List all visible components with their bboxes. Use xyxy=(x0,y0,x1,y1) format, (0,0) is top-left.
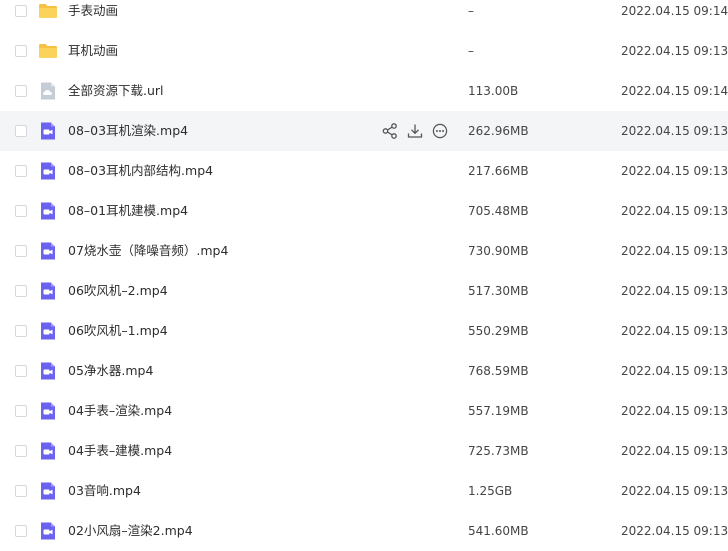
file-name[interactable]: 08–01耳机建模.mp4 xyxy=(68,191,188,231)
file-modified-date: 2022.04.15 09:13 xyxy=(621,364,728,378)
row-checkbox[interactable] xyxy=(15,285,27,297)
file-modified-date: 2022.04.15 09:13 xyxy=(621,324,728,338)
file-name[interactable]: 全部资源下载.url xyxy=(68,71,164,111)
file-row[interactable]: 04手表–建模.mp4 725.73MB 2022.04.15 09:13 xyxy=(0,431,728,471)
row-checkbox[interactable] xyxy=(15,245,27,257)
file-size: 517.30MB xyxy=(468,284,529,298)
file-size: 730.90MB xyxy=(468,244,529,258)
row-checkbox[interactable] xyxy=(15,45,27,57)
row-checkbox[interactable] xyxy=(15,445,27,457)
video-file-icon xyxy=(38,161,58,181)
file-modified-date: 2022.04.15 09:13 xyxy=(621,444,728,458)
file-size: 768.59MB xyxy=(468,364,529,378)
file-modified-date: 2022.04.15 09:13 xyxy=(621,244,728,258)
row-checkbox[interactable] xyxy=(15,365,27,377)
row-checkbox[interactable] xyxy=(15,325,27,337)
file-row[interactable]: 02小风扇–渲染2.mp4 541.60MB 2022.04.15 09:13 xyxy=(0,511,728,551)
file-name[interactable]: 08–03耳机渲染.mp4 xyxy=(68,111,188,151)
file-modified-date: 2022.04.15 09:14 xyxy=(621,84,728,98)
file-modified-date: 2022.04.15 09:13 xyxy=(621,164,728,178)
file-row[interactable]: 耳机动画 – 2022.04.15 09:13 xyxy=(0,31,728,71)
file-size: – xyxy=(468,4,474,18)
more-icon[interactable] xyxy=(431,122,449,140)
file-name[interactable]: 耳机动画 xyxy=(68,31,118,71)
file-modified-date: 2022.04.15 09:14 xyxy=(621,4,728,18)
file-row[interactable]: 03音响.mp4 1.25GB 2022.04.15 09:13 xyxy=(0,471,728,511)
file-name[interactable]: 03音响.mp4 xyxy=(68,471,141,511)
file-modified-date: 2022.04.15 09:13 xyxy=(621,484,728,498)
file-size: – xyxy=(468,44,474,58)
file-size: 550.29MB xyxy=(468,324,529,338)
file-size: 557.19MB xyxy=(468,404,529,418)
file-row[interactable]: 08–01耳机建模.mp4 705.48MB 2022.04.15 09:13 xyxy=(0,191,728,231)
file-row[interactable]: 06吹风机–2.mp4 517.30MB 2022.04.15 09:13 xyxy=(0,271,728,311)
folder-icon xyxy=(38,1,58,21)
file-name[interactable]: 手表动画 xyxy=(68,0,118,31)
link-file-icon xyxy=(38,81,58,101)
row-checkbox[interactable] xyxy=(15,5,27,17)
file-modified-date: 2022.04.15 09:13 xyxy=(621,524,728,538)
video-file-icon xyxy=(38,521,58,541)
file-modified-date: 2022.04.15 09:13 xyxy=(621,204,728,218)
video-file-icon xyxy=(38,481,58,501)
file-size: 725.73MB xyxy=(468,444,529,458)
video-file-icon xyxy=(38,241,58,261)
video-file-icon xyxy=(38,121,58,141)
file-size: 262.96MB xyxy=(468,124,529,138)
file-name[interactable]: 02小风扇–渲染2.mp4 xyxy=(68,511,193,551)
video-file-icon xyxy=(38,321,58,341)
file-row[interactable]: 07烧水壶（降噪音频）.mp4 730.90MB 2022.04.15 09:13 xyxy=(0,231,728,271)
file-size: 705.48MB xyxy=(468,204,529,218)
file-name[interactable]: 06吹风机–1.mp4 xyxy=(68,311,168,351)
video-file-icon xyxy=(38,201,58,221)
file-size: 217.66MB xyxy=(468,164,529,178)
file-modified-date: 2022.04.15 09:13 xyxy=(621,124,728,138)
file-modified-date: 2022.04.15 09:13 xyxy=(621,44,728,58)
file-name[interactable]: 04手表–渲染.mp4 xyxy=(68,391,172,431)
file-size: 113.00B xyxy=(468,84,519,98)
video-file-icon xyxy=(38,281,58,301)
row-checkbox[interactable] xyxy=(15,205,27,217)
file-row[interactable]: 05净水器.mp4 768.59MB 2022.04.15 09:13 xyxy=(0,351,728,391)
row-checkbox[interactable] xyxy=(15,165,27,177)
file-name[interactable]: 07烧水壶（降噪音频）.mp4 xyxy=(68,231,228,271)
file-name[interactable]: 05净水器.mp4 xyxy=(68,351,153,391)
file-row[interactable]: 08–03耳机内部结构.mp4 217.66MB 2022.04.15 09:13 xyxy=(0,151,728,191)
video-file-icon xyxy=(38,361,58,381)
share-icon[interactable] xyxy=(381,122,399,140)
video-file-icon xyxy=(38,401,58,421)
file-modified-date: 2022.04.15 09:13 xyxy=(621,404,728,418)
file-list: 手表动画 – 2022.04.15 09:14 耳机动画 – 2022.04.15 09:… xyxy=(0,0,728,551)
video-file-icon xyxy=(38,441,58,461)
file-row[interactable]: 06吹风机–1.mp4 550.29MB 2022.04.15 09:13 xyxy=(0,311,728,351)
row-checkbox[interactable] xyxy=(15,125,27,137)
file-size: 1.25GB xyxy=(468,484,513,498)
file-row[interactable]: 全部资源下载.url 113.00B 2022.04.15 09:14 xyxy=(0,71,728,111)
file-name[interactable]: 08–03耳机内部结构.mp4 xyxy=(68,151,213,191)
row-checkbox[interactable] xyxy=(15,405,27,417)
file-modified-date: 2022.04.15 09:13 xyxy=(621,284,728,298)
row-checkbox[interactable] xyxy=(15,85,27,97)
file-name[interactable]: 04手表–建模.mp4 xyxy=(68,431,172,471)
file-name[interactable]: 06吹风机–2.mp4 xyxy=(68,271,168,311)
folder-icon xyxy=(38,41,58,61)
row-checkbox[interactable] xyxy=(15,525,27,537)
file-row[interactable]: 08–03耳机渲染.mp4 262.96MB 2022.04.15 09:13 xyxy=(0,111,728,151)
row-checkbox[interactable] xyxy=(15,485,27,497)
file-row[interactable]: 04手表–渲染.mp4 557.19MB 2022.04.15 09:13 xyxy=(0,391,728,431)
file-size: 541.60MB xyxy=(468,524,529,538)
download-icon[interactable] xyxy=(406,122,424,140)
file-row[interactable]: 手表动画 – 2022.04.15 09:14 xyxy=(0,0,728,31)
